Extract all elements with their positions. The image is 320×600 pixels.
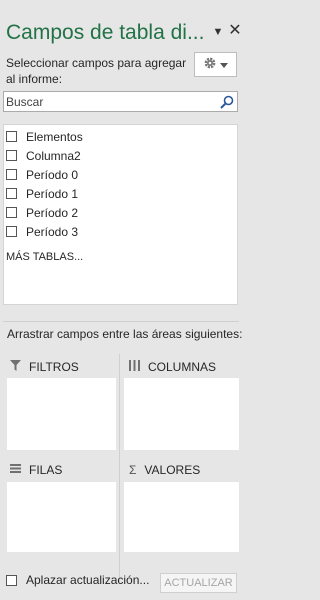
filters-area-header: FILTROS [10, 358, 79, 376]
field-list: Elementos Columna2 Período 0 Período 1 P… [3, 124, 238, 305]
filter-icon [10, 360, 21, 374]
columns-area-label: COLUMNAS [148, 360, 217, 374]
field-label: Elementos [26, 129, 83, 144]
field-item-periodo-0[interactable]: Período 0 [6, 165, 78, 184]
field-item-columna2[interactable]: Columna2 [6, 146, 81, 165]
close-pane-button[interactable]: ✕ [225, 16, 245, 46]
chevron-down-icon [220, 58, 228, 72]
more-tables-link[interactable]: MÁS TABLAS... [6, 251, 83, 263]
columns-drop-area[interactable] [124, 378, 239, 450]
field-label: Período 3 [26, 224, 79, 239]
rows-area-label: FILAS [29, 463, 63, 477]
field-checkbox[interactable] [6, 226, 17, 237]
field-label: Período 1 [26, 186, 79, 201]
update-button[interactable]: ACTUALIZAR [160, 573, 237, 593]
defer-update-option[interactable]: Aplazar actualización... [6, 573, 149, 587]
defer-update-checkbox[interactable] [6, 574, 17, 586]
sigma-icon: Σ [129, 463, 137, 477]
close-icon: ✕ [228, 22, 242, 39]
area-separator [119, 354, 120, 584]
field-item-periodo-2[interactable]: Período 2 [6, 203, 78, 222]
field-label: Período 2 [26, 205, 79, 220]
search-box [3, 91, 238, 112]
field-checkbox[interactable] [6, 169, 17, 180]
field-checkbox[interactable] [6, 150, 17, 161]
panel-subtitle: Seleccionar campos para agregar al infor… [6, 56, 187, 86]
field-checkbox[interactable] [6, 131, 17, 142]
field-label: Columna2 [26, 148, 81, 163]
gear-icon [203, 56, 217, 73]
rows-drop-area[interactable] [7, 482, 116, 552]
filters-area-label: FILTROS [29, 360, 79, 374]
field-checkbox[interactable] [6, 188, 17, 199]
values-drop-area[interactable] [124, 482, 239, 552]
field-label: Período 0 [26, 167, 79, 182]
values-area-label: VALORES [144, 463, 201, 477]
field-item-elementos[interactable]: Elementos [6, 127, 83, 146]
tools-button[interactable] [194, 52, 237, 77]
rows-icon [10, 463, 21, 477]
columns-icon [129, 360, 140, 374]
rows-area-header: FILAS [10, 461, 62, 479]
search-icon[interactable] [219, 94, 235, 110]
chevron-down-icon: ▼ [212, 26, 224, 38]
defer-update-label: Aplazar actualización... [26, 573, 150, 587]
field-item-periodo-1[interactable]: Período 1 [6, 184, 78, 203]
values-area-header: Σ VALORES [129, 461, 200, 479]
search-input[interactable] [6, 93, 218, 110]
field-checkbox[interactable] [6, 207, 17, 218]
filters-drop-area[interactable] [7, 378, 116, 450]
columns-area-header: COLUMNAS [129, 358, 216, 376]
panel-title: Campos de tabla di... [6, 21, 205, 44]
drag-hint-label: Arrastrar campos entre las áreas siguien… [7, 327, 243, 341]
field-item-periodo-3[interactable]: Período 3 [6, 222, 78, 241]
divider [3, 321, 239, 322]
